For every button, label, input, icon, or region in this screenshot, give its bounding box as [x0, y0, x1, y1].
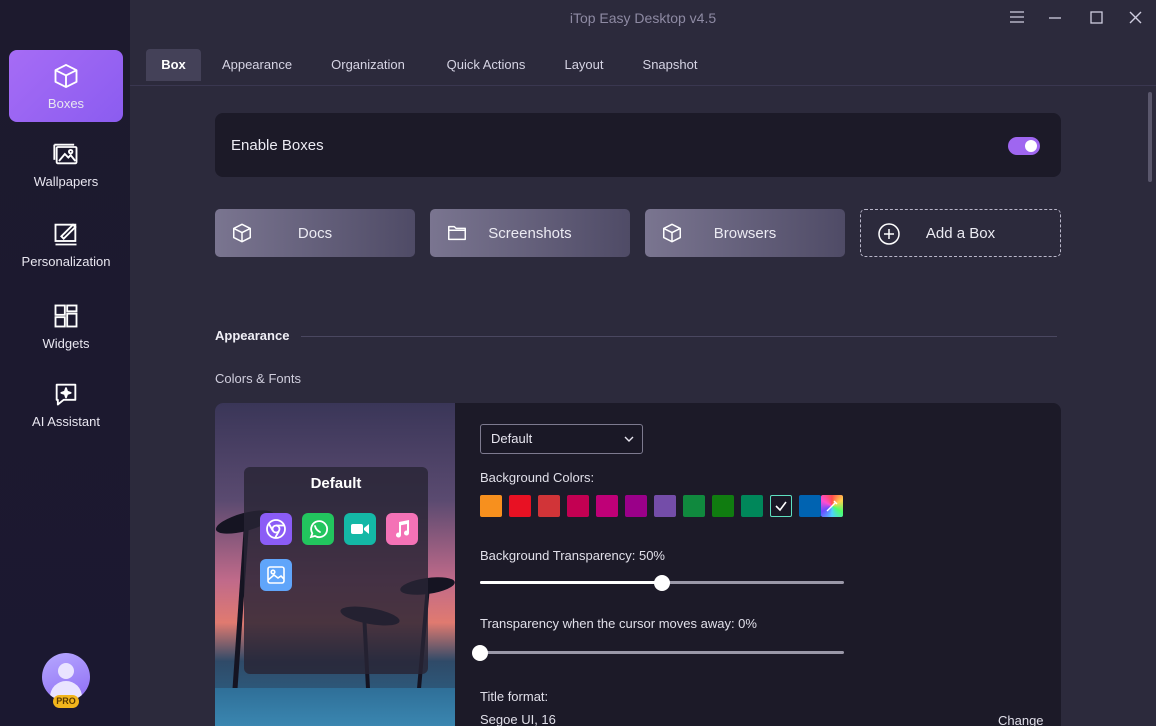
- section-divider: [301, 336, 1057, 337]
- title-format-label: Title format:: [480, 689, 549, 704]
- preview-box: Default: [244, 467, 428, 674]
- cursor-transparency-track[interactable]: [480, 651, 844, 654]
- maximize-icon: [1089, 10, 1103, 24]
- sidebar-item-label: Personalization: [21, 253, 111, 269]
- color-swatch[interactable]: [712, 495, 734, 517]
- sidebar-item-personalization[interactable]: Personalization: [9, 208, 123, 280]
- change-font-button[interactable]: Change: [998, 713, 1044, 726]
- avatar[interactable]: [42, 653, 90, 701]
- color-swatch[interactable]: [480, 495, 502, 517]
- chrome-app-icon: [260, 513, 292, 545]
- sidebar: Boxes Wallpapers Personalization Widgets…: [0, 0, 130, 726]
- tab-bar: Box Appearance Organization Quick Action…: [130, 44, 1156, 86]
- sidebar-item-widgets[interactable]: Widgets: [9, 290, 123, 362]
- ai-chat-icon: [55, 383, 77, 405]
- plus-circle-icon: [878, 223, 900, 245]
- title-format-value: Segoe UI, 16: [480, 712, 556, 726]
- color-swatch[interactable]: [741, 495, 763, 517]
- color-swatch[interactable]: [625, 495, 647, 517]
- tab-box[interactable]: Box: [146, 49, 201, 81]
- color-swatch[interactable]: [567, 495, 589, 517]
- whatsapp-app-icon: [302, 513, 334, 545]
- enable-boxes-label: Enable Boxes: [231, 137, 324, 154]
- maximize-button[interactable]: [1081, 6, 1111, 28]
- color-swatch[interactable]: [538, 495, 560, 517]
- tab-layout[interactable]: Layout: [556, 49, 612, 81]
- preset-value: Default: [491, 431, 533, 446]
- close-button[interactable]: [1120, 6, 1150, 28]
- sidebar-item-wallpapers[interactable]: Wallpapers: [9, 128, 123, 200]
- background-transparency-fill: [480, 581, 662, 584]
- road-surface: [215, 688, 455, 726]
- edit-icon: [54, 222, 77, 245]
- appearance-panel: Default Default Background Colors: Backg…: [215, 403, 1061, 726]
- menu-button[interactable]: [1002, 6, 1032, 28]
- image-icon: [53, 143, 78, 164]
- cube-icon: [233, 223, 251, 243]
- custom-color-picker[interactable]: [821, 495, 843, 517]
- photos-app-icon: [260, 559, 292, 591]
- background-transparency-label: Background Transparency: 50%: [480, 548, 665, 563]
- background-transparency-slider[interactable]: [654, 575, 670, 591]
- sidebar-item-boxes[interactable]: Boxes: [9, 50, 123, 122]
- video-camera-icon: [351, 524, 369, 534]
- tab-organization[interactable]: Organization: [320, 49, 416, 81]
- folder-icon: [448, 225, 466, 241]
- sidebar-item-label: AI Assistant: [32, 413, 100, 429]
- close-icon: [1129, 11, 1141, 23]
- color-swatch[interactable]: [509, 495, 531, 517]
- avatar-head: [58, 663, 74, 679]
- minimize-button[interactable]: [1040, 6, 1070, 28]
- appearance-settings: Default Background Colors: Background Tr…: [455, 403, 1061, 726]
- minimize-icon: [1049, 17, 1061, 19]
- pro-badge: PRO: [53, 695, 79, 708]
- cursor-transparency-slider[interactable]: [472, 645, 488, 661]
- music-note-icon: [396, 520, 410, 538]
- main-content: Enable Boxes Docs Screenshots Browsers A…: [130, 86, 1146, 726]
- chrome-icon: [266, 519, 286, 539]
- tab-appearance[interactable]: Appearance: [214, 49, 300, 81]
- appearance-heading: Appearance: [215, 328, 290, 343]
- box-browsers-button[interactable]: Browsers: [645, 209, 845, 257]
- color-swatch[interactable]: [799, 495, 821, 517]
- cube-icon: [663, 223, 681, 243]
- sidebar-item-label: Boxes: [47, 95, 85, 111]
- widgets-icon: [54, 304, 78, 327]
- box-docs-button[interactable]: Docs: [215, 209, 415, 257]
- sidebar-item-ai-assistant[interactable]: AI Assistant: [9, 368, 123, 440]
- colors-fonts-heading: Colors & Fonts: [215, 371, 301, 386]
- check-icon: [775, 501, 787, 512]
- wallpaper-preview: Default: [215, 403, 456, 726]
- sidebar-item-label: Wallpapers: [33, 173, 99, 189]
- tab-quick-actions[interactable]: Quick Actions: [436, 49, 536, 81]
- preview-box-title: Default: [310, 475, 362, 492]
- preset-dropdown[interactable]: Default: [480, 424, 643, 454]
- scrollbar[interactable]: [1148, 92, 1152, 182]
- box-screenshots-button[interactable]: Screenshots: [430, 209, 630, 257]
- add-box-button[interactable]: Add a Box: [860, 209, 1061, 257]
- sidebar-item-label: Widgets: [42, 335, 90, 351]
- toggle-knob: [1025, 140, 1037, 152]
- enable-boxes-toggle[interactable]: [1008, 137, 1040, 155]
- enable-boxes-card: Enable Boxes: [215, 113, 1061, 177]
- music-app-icon: [386, 513, 418, 545]
- facetime-app-icon: [344, 513, 376, 545]
- eyedropper-icon: [826, 500, 838, 512]
- color-swatch[interactable]: [596, 495, 618, 517]
- hamburger-icon: [1010, 11, 1024, 23]
- cursor-transparency-label: Transparency when the cursor moves away:…: [480, 616, 757, 631]
- whatsapp-icon: [309, 520, 329, 539]
- titlebar: iTop Easy Desktop v4.5: [130, 0, 1156, 36]
- color-swatch[interactable]: [683, 495, 705, 517]
- photo-icon: [267, 566, 285, 584]
- color-swatch[interactable]: [654, 495, 676, 517]
- background-colors-label: Background Colors:: [480, 470, 595, 485]
- color-swatch[interactable]: [770, 495, 792, 517]
- chevron-down-icon: [624, 436, 634, 442]
- tab-snapshot[interactable]: Snapshot: [632, 49, 708, 81]
- cube-icon: [54, 63, 78, 88]
